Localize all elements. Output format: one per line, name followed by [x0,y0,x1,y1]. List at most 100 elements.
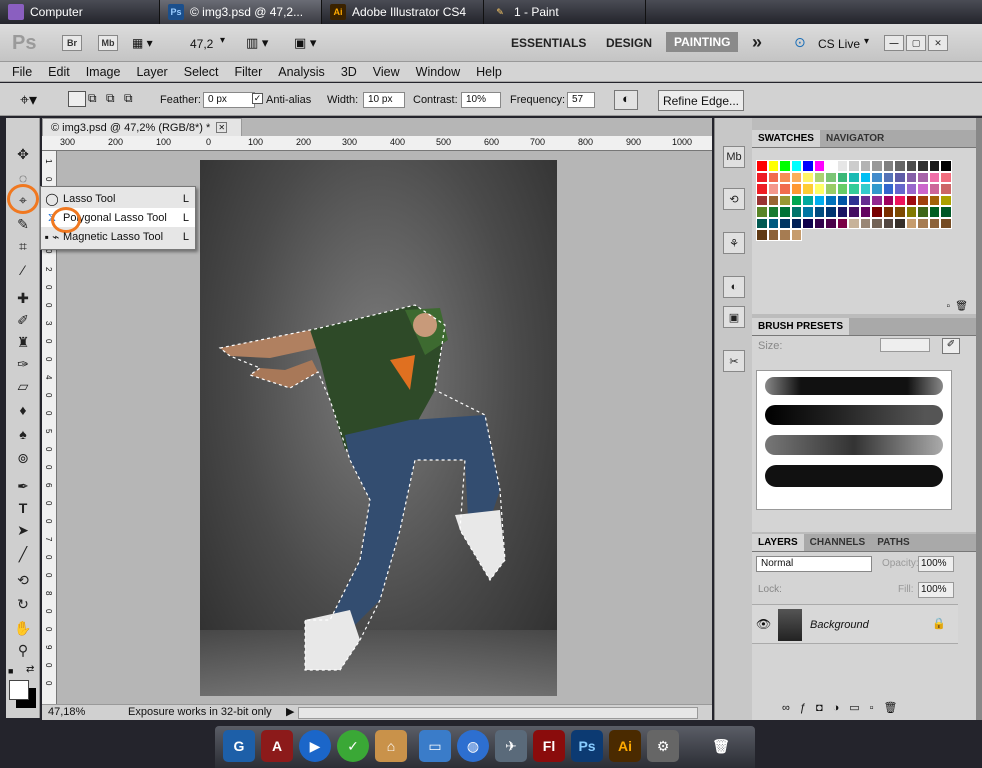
hand-tool-icon[interactable]: ✋ [10,618,36,638]
blend-mode-select[interactable]: Normal [756,556,872,572]
color-swatch[interactable] [790,160,802,172]
taskbar-tab-computer[interactable]: Computer [0,0,160,24]
color-swatch[interactable] [940,160,952,172]
color-swatch[interactable] [917,206,929,218]
color-swatch[interactable] [779,206,791,218]
foreground-color-swatch[interactable] [9,680,29,700]
polygonal-lasso-preset-icon[interactable]: ⌖▾ [20,90,37,110]
brush-panel-toggle-icon[interactable]: ✐ [942,338,960,354]
color-swatch[interactable] [825,171,837,183]
document-image[interactable] [200,160,557,696]
color-swatch[interactable] [756,160,768,172]
color-swatch[interactable] [848,160,860,172]
color-swatch[interactable] [767,229,779,241]
color-swatch[interactable] [779,229,791,241]
tab-brush-presets[interactable]: BRUSH PRESETS [752,318,850,335]
color-swatch[interactable] [813,194,825,206]
media-player-icon[interactable]: ▶ [299,730,331,762]
color-swatch[interactable] [848,183,860,195]
brush-size-input[interactable] [880,338,930,352]
color-swatch[interactable] [928,183,940,195]
color-swatch[interactable] [825,194,837,206]
new-selection-icon[interactable] [68,91,86,107]
mini-bridge-button[interactable]: Mb [98,35,118,51]
color-swatch[interactable] [836,217,848,229]
photoshop-dock-icon[interactable]: Ps [571,730,603,762]
color-swatch[interactable] [894,183,906,195]
color-swatch[interactable] [802,160,814,172]
antialias-checkbox[interactable]: ✓ [252,93,263,104]
color-swatch[interactable] [871,160,883,172]
menu-view[interactable]: View [365,65,408,79]
mini-bridge-panel-icon[interactable]: Mb [723,146,745,168]
menu-help[interactable]: Help [468,65,510,79]
minimize-button[interactable]: — [884,35,904,51]
color-swatch[interactable] [836,160,848,172]
zoom-level[interactable]: 47,2 [190,37,213,51]
color-swatch[interactable] [790,206,802,218]
color-swatch[interactable] [905,183,917,195]
color-swatch[interactable] [894,194,906,206]
color-swatch[interactable] [905,171,917,183]
history-panel-icon[interactable]: ⟲ [723,188,745,210]
color-swatch[interactable] [859,194,871,206]
color-swatch[interactable] [790,229,802,241]
app-launcher-icon[interactable]: G [223,730,255,762]
color-swatch[interactable] [836,206,848,218]
move-tool-icon[interactable]: ✥ [10,144,36,164]
color-swatch[interactable] [917,194,929,206]
color-swatch[interactable] [836,194,848,206]
view-extras-icon[interactable]: ▦ ▾ [132,36,153,50]
eye-visibility-icon[interactable]: 👁 [756,617,771,631]
color-swatch[interactable] [882,194,894,206]
document-tab[interactable]: © img3.psd @ 47,2% (RGB/8*) * ✕ [42,118,242,136]
tab-layers[interactable]: LAYERS [752,534,804,551]
color-swatch[interactable] [767,171,779,183]
color-swatch[interactable] [940,171,952,183]
tab-channels[interactable]: CHANNELS [804,534,872,551]
menu-analysis[interactable]: Analysis [270,65,333,79]
intersect-selection-icon[interactable]: ⧉ [124,91,133,106]
color-swatch[interactable] [779,160,791,172]
color-swatch[interactable] [756,194,768,206]
color-swatch[interactable] [756,229,768,241]
color-swatch[interactable] [905,206,917,218]
quick-selection-tool-icon[interactable]: ✎ [10,214,36,234]
color-swatch[interactable] [882,217,894,229]
color-swatch[interactable] [859,217,871,229]
menu-layer[interactable]: Layer [128,65,175,79]
color-swatch[interactable] [779,217,791,229]
actions-panel-icon[interactable]: ⚘ [723,232,745,254]
desktop-icon[interactable]: ▭ [419,730,451,762]
bridge-button[interactable]: Br [62,35,82,51]
color-swatch[interactable] [928,206,940,218]
blur-tool-icon[interactable]: ♠ [10,424,36,444]
arrange-documents-icon[interactable]: ▥ ▾ [246,35,268,51]
color-swatch[interactable] [813,217,825,229]
cs-live-button[interactable]: CS Live [818,37,860,51]
feather-input[interactable]: 0 px [203,92,255,108]
healing-brush-tool-icon[interactable]: ✚ [10,288,36,308]
settings-gear-icon[interactable]: ⚙ [647,730,679,762]
color-swatch[interactable] [848,217,860,229]
color-swatch[interactable] [790,183,802,195]
tab-swatches[interactable]: SWATCHES [752,130,820,147]
screen-mode-icon[interactable]: ▣ ▾ [294,35,316,51]
color-swatch[interactable] [756,217,768,229]
delete-swatch-icon[interactable]: 🗑 [955,301,968,312]
color-swatch[interactable] [894,160,906,172]
fill-input[interactable]: 100% [918,582,954,598]
taskbar-tab-illustrator[interactable]: Ai Adobe Illustrator CS4 [322,0,484,24]
color-swatch[interactable] [882,183,894,195]
color-swatch[interactable] [756,183,768,195]
contrast-input[interactable]: 10% [461,92,501,108]
crop-tool-icon[interactable]: ⌗ [10,236,36,256]
tab-navigator[interactable]: NAVIGATOR [820,130,890,147]
workspace-design[interactable]: DESIGN [606,36,652,50]
opacity-input[interactable]: 100% [918,556,954,572]
history-brush-tool-icon[interactable]: ✑ [10,354,36,374]
color-swatch[interactable] [859,206,871,218]
width-input[interactable]: 10 px [363,92,405,108]
color-swatch[interactable] [779,194,791,206]
clone-stamp-tool-icon[interactable]: ♜ [10,332,36,352]
